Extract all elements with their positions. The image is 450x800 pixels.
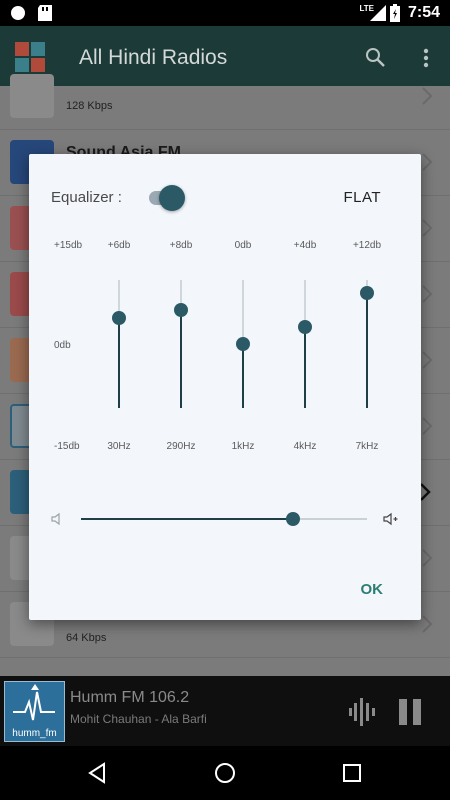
volume-low-icon: [51, 512, 60, 526]
volume-thumb[interactable]: [285, 512, 300, 526]
chevron-right-icon: [422, 615, 433, 633]
station-title: Humm FM 106.2: [70, 689, 190, 706]
band-slider[interactable]: [236, 280, 250, 408]
list-item[interactable]: 128 Kbps: [0, 64, 450, 130]
equalizer-toggle[interactable]: [147, 185, 185, 211]
station-logo: [10, 74, 54, 118]
band-slider-thumb[interactable]: [236, 337, 250, 351]
signal-icon: [370, 5, 386, 21]
waveform-logo-icon: [13, 684, 55, 721]
band-slider-fill: [180, 309, 182, 408]
band-gain-label: +8db: [169, 240, 193, 251]
band-frequency-label: 7kHz: [355, 441, 379, 452]
scale-mid-label: 0db: [54, 340, 71, 351]
chevron-right-icon: [422, 417, 433, 435]
clock: 7:54: [407, 4, 440, 21]
band-slider-thumb[interactable]: [174, 302, 188, 317]
ok-button[interactable]: OK: [361, 581, 384, 598]
band-frequency-label: 1kHz: [231, 441, 255, 452]
status-bar: LTE 7:54: [0, 0, 450, 26]
band-slider[interactable]: [174, 280, 188, 408]
recents-icon[interactable]: [342, 763, 362, 783]
volume-high-icon: [383, 512, 398, 526]
audio-wave-icon[interactable]: [348, 698, 376, 726]
band-slider-fill: [118, 318, 120, 408]
band-slider-thumb[interactable]: [298, 319, 312, 334]
band-frequency-label: 30Hz: [107, 441, 131, 452]
now-playing-bar[interactable]: humm_fm Humm FM 106.2 Mohit Chauhan - Al…: [0, 676, 450, 746]
band-gain-label: +4db: [293, 240, 317, 251]
chevron-right-icon: [422, 153, 433, 171]
station-bitrate: 64 Kbps: [66, 632, 107, 644]
band-slider[interactable]: [298, 280, 312, 408]
battery-icon: [390, 4, 400, 22]
band-gain-label: +6db: [107, 240, 131, 251]
band-gain-label: 0db: [234, 240, 252, 251]
band-slider-thumb[interactable]: [112, 311, 126, 326]
band-slider-fill: [242, 344, 244, 408]
band-slider[interactable]: [360, 280, 374, 408]
track-artist: Mohit Chauhan - Ala Barfi: [70, 712, 207, 726]
system-nav-bar: [0, 746, 450, 800]
band-slider-thumb[interactable]: [360, 285, 374, 300]
chevron-right-icon: [422, 219, 433, 237]
scale-bottom-label: -15db: [54, 441, 80, 452]
band-slider-fill: [304, 326, 306, 408]
band-slider[interactable]: [112, 280, 126, 408]
band-frequency-label: 4kHz: [293, 441, 317, 452]
chevron-right-icon: [422, 87, 433, 105]
band-slider-fill: [366, 292, 368, 408]
chevron-right-icon: [422, 351, 433, 369]
pause-icon[interactable]: [398, 698, 422, 726]
home-icon[interactable]: [214, 762, 236, 784]
toggle-thumb: [159, 185, 185, 211]
chevron-right-icon: [422, 549, 433, 567]
volume-slider[interactable]: [81, 512, 367, 526]
band-frequency-label: 290Hz: [166, 441, 196, 452]
sd-card-icon: [38, 5, 52, 21]
chevron-right-icon: [422, 285, 433, 303]
band-gain-label: +12db: [352, 240, 382, 251]
scale-top-label: +15db: [54, 240, 83, 251]
equalizer-dialog: Equalizer : FLAT +15db 0db -15db +6db 30H…: [29, 154, 421, 620]
notification-circle-icon: [11, 6, 25, 20]
back-icon[interactable]: [86, 762, 108, 784]
album-art-label: humm_fm: [12, 728, 57, 739]
album-art: humm_fm: [4, 681, 65, 742]
volume-fill: [81, 518, 293, 520]
equalizer-label: Equalizer :: [51, 189, 122, 206]
preset-selector[interactable]: FLAT: [343, 189, 381, 206]
station-bitrate: 128 Kbps: [66, 100, 113, 112]
